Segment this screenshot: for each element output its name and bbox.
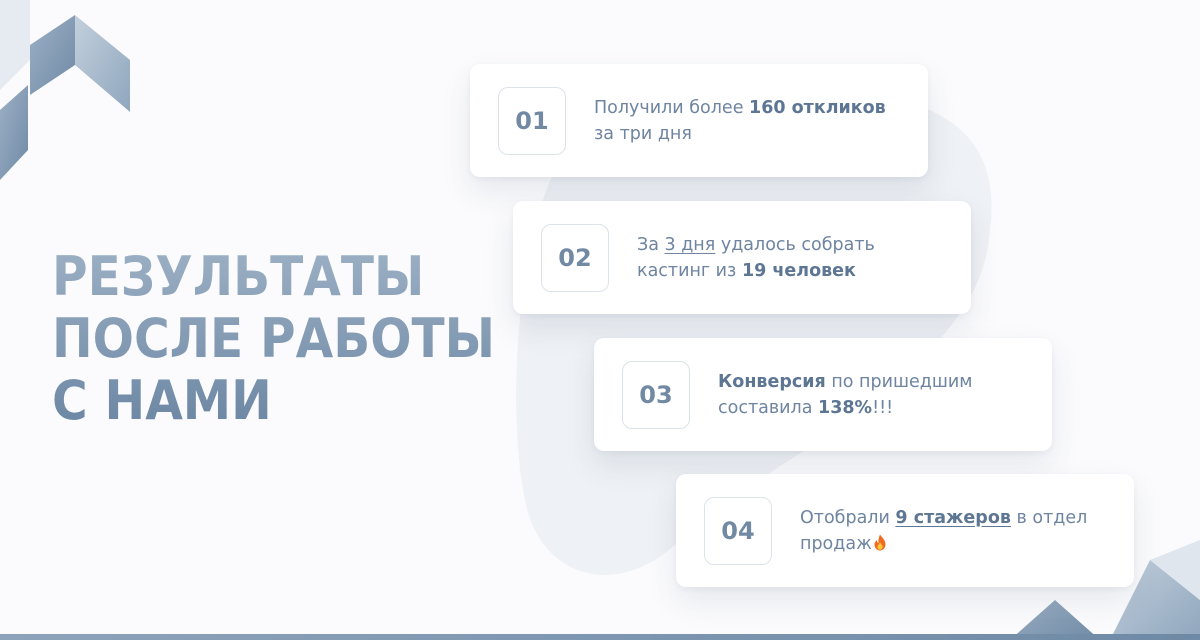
card-text-line-1: Получили более 160 откликов bbox=[594, 97, 886, 118]
card-text-line-2: за три дня bbox=[594, 123, 692, 144]
underlined-highlight: 9 стажеров bbox=[895, 507, 1011, 528]
result-card-4: 04 Отобрали 9 стажеров в отдел продаж bbox=[676, 474, 1134, 587]
highlight: 160 откликов bbox=[749, 97, 886, 118]
page-title: РЕЗУЛЬТАТЫ ПОСЛЕ РАБОТЫ С НАМИ bbox=[52, 246, 495, 432]
card-text: Отобрали 9 стажеров в отдел продаж bbox=[800, 474, 1087, 587]
card-number: 03 bbox=[622, 361, 690, 429]
underlined-text: 3 дня bbox=[664, 234, 716, 255]
result-card-2: 02 За 3 дня удалось собрать кастинг из 1… bbox=[513, 201, 971, 314]
corner-decoration-top-left bbox=[0, 0, 130, 180]
card-text-line-1: Отобрали 9 стажеров в отдел bbox=[800, 507, 1088, 528]
highlight: 19 человек bbox=[741, 260, 856, 281]
highlight: 138% bbox=[818, 397, 873, 418]
result-card-1: 01 Получили более 160 откликов за три дн… bbox=[470, 64, 928, 177]
bottom-bar bbox=[0, 634, 1200, 640]
card-text: За 3 дня удалось собрать кастинг из 19 ч… bbox=[637, 201, 875, 314]
title-line-2: ПОСЛЕ РАБОТЫ bbox=[52, 307, 496, 370]
card-text-line-2: кастинг из 19 человек bbox=[637, 260, 856, 281]
card-text-line-1: За 3 дня удалось собрать bbox=[637, 234, 875, 255]
result-card-3: 03 Конверсия по пришедшим составила 138%… bbox=[594, 338, 1052, 451]
card-text-line-2: продаж bbox=[800, 531, 1087, 557]
card-number: 02 bbox=[541, 224, 609, 292]
fire-icon bbox=[874, 534, 886, 550]
card-text-line-1: Конверсия по пришедшим bbox=[718, 371, 973, 392]
card-number: 01 bbox=[498, 87, 566, 155]
title-line-3: С НАМИ bbox=[52, 369, 272, 432]
highlight: Конверсия bbox=[718, 371, 826, 392]
card-text: Получили более 160 откликов за три дня bbox=[594, 64, 886, 177]
card-number: 04 bbox=[704, 497, 772, 565]
card-text: Конверсия по пришедшим составила 138%!!! bbox=[718, 338, 972, 451]
card-text-line-2: составила 138%!!! bbox=[718, 397, 894, 418]
title-line-1: РЕЗУЛЬТАТЫ bbox=[52, 245, 425, 308]
